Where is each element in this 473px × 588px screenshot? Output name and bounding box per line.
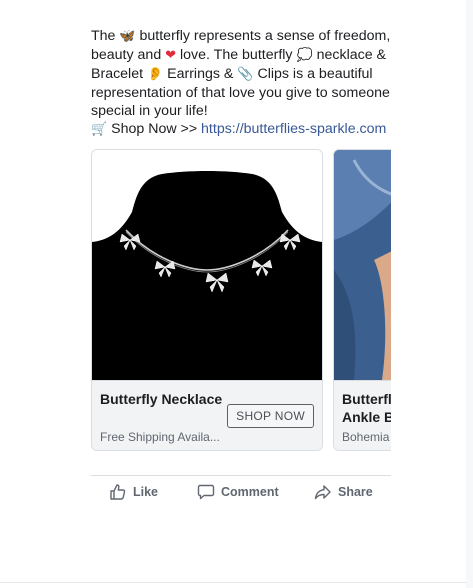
thought-bubble-emoji-icon: 💭 <box>296 48 313 63</box>
card-subtitle: Free Shipping Availa... <box>100 430 220 444</box>
bottom-rule <box>0 582 473 583</box>
post-text: The 🦋 butterfly represents a sense of fr… <box>91 27 391 139</box>
comment-label: Comment <box>221 485 279 499</box>
post-line-1: The 🦋 butterfly represents a sense of fr… <box>91 28 391 44</box>
carousel-card[interactable]: Butterfly Necklace SHOP NOW Free Shippin… <box>91 149 323 451</box>
post-line-3: Bracelet 👂 Earrings & 📎 Clips is a beaut… <box>91 66 373 82</box>
card-title: Butterfly Ankle B <box>342 391 391 425</box>
post-line-5: special in your life! <box>91 103 208 119</box>
necklace-product-image[interactable] <box>92 150 322 380</box>
carousel-card[interactable]: Butterfly Ankle B Bohemia <box>333 149 391 451</box>
share-button[interactable]: Share <box>314 479 373 505</box>
butterfly-emoji-icon: 🦋 <box>119 29 136 44</box>
divider <box>91 475 391 476</box>
post-line-2: beauty and ❤ love. The butterfly 💭 neckl… <box>91 47 386 63</box>
comment-icon <box>197 484 215 500</box>
shopping-cart-emoji-icon: 🛒 <box>91 122 108 137</box>
post-actions: Like Comment Share <box>91 479 391 505</box>
heart-emoji-icon: ❤ <box>165 48 177 63</box>
like-button[interactable]: Like <box>109 479 158 505</box>
scrollbar-track[interactable] <box>466 0 473 588</box>
card-subtitle: Bohemia <box>342 430 390 444</box>
ear-emoji-icon: 👂 <box>147 67 164 82</box>
anklet-product-image[interactable] <box>334 150 391 380</box>
paperclip-emoji-icon: 📎 <box>237 67 254 82</box>
card-info[interactable]: Butterfly Necklace SHOP NOW Free Shippin… <box>92 380 322 450</box>
post-line-6: 🛒 Shop Now >> https://butterflies-sparkl… <box>91 121 387 137</box>
share-arrow-icon <box>314 485 331 500</box>
like-label: Like <box>133 485 159 499</box>
post-line-4: representation of that love you give to … <box>91 85 390 101</box>
shop-now-button[interactable]: SHOP NOW <box>227 404 314 428</box>
shop-link[interactable]: https://butterflies-sparkle.com <box>201 121 386 137</box>
product-carousel[interactable]: Butterfly Necklace SHOP NOW Free Shippin… <box>91 149 391 451</box>
comment-button[interactable]: Comment <box>197 479 279 505</box>
card-title: Butterfly Necklace <box>100 391 223 407</box>
share-label: Share <box>338 485 373 499</box>
thumbs-up-icon <box>110 484 126 500</box>
card-info[interactable]: Butterfly Ankle B Bohemia <box>334 380 391 450</box>
